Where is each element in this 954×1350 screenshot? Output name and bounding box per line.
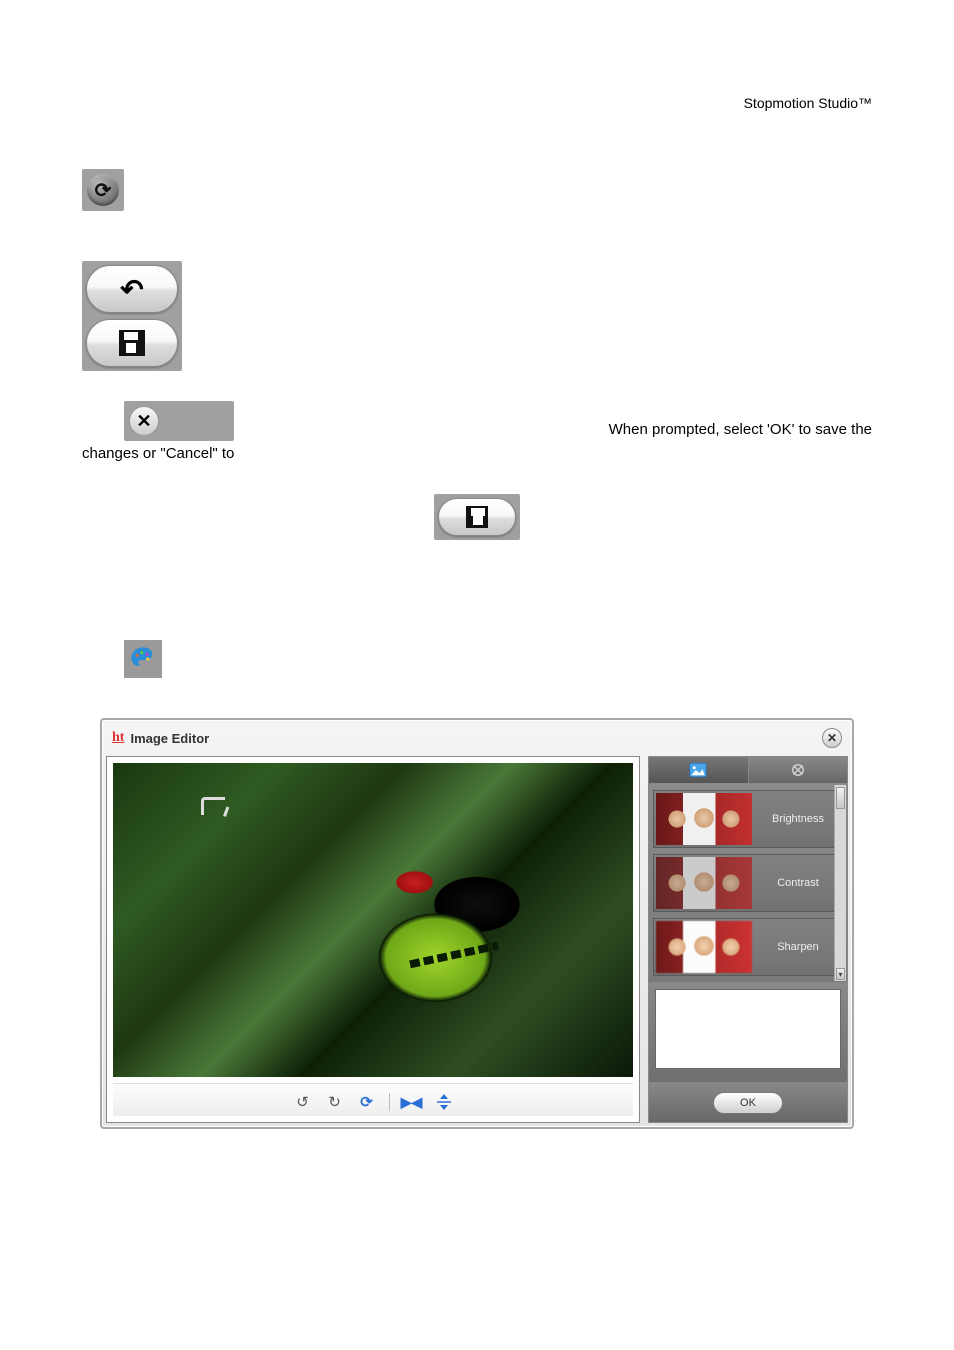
scrollbar-thumb[interactable] [836,787,845,809]
editor-logo: ht [112,730,124,746]
undo-button[interactable]: ↶ [86,265,178,313]
editor-preview-image[interactable] [113,763,633,1077]
close-button[interactable]: ✕ [124,401,234,441]
body-text-line1: When prompted, select 'OK' to save the [609,421,872,438]
palette-icon [129,645,157,673]
flip-vertical-button[interactable] [434,1092,454,1112]
flip-horizontal-button[interactable]: ▶◀ [402,1092,422,1112]
image-tab-icon [689,762,707,778]
ok-button[interactable]: OK [713,1092,783,1114]
effect-thumb [656,857,752,909]
save-icon [466,506,488,528]
adjustment-preview [648,983,848,1083]
editor-preview-panel: ↺ ↻ ⟳ ▶◀ [106,756,640,1123]
effect-label: Brightness [756,813,840,825]
effect-label: Sharpen [756,941,840,953]
effect-thumb [656,921,752,973]
ok-button-label: OK [740,1097,756,1109]
rotate-ccw-button[interactable]: ↺ [293,1092,313,1112]
body-text-line2: changes or "Cancel" to [82,445,234,462]
effects-scrollbar[interactable]: ▾ [834,785,846,981]
tab-image[interactable] [649,757,749,783]
save-icon [119,330,145,356]
zoom-in-icon [95,178,112,203]
effect-sharpen[interactable]: Sharpen [653,918,843,976]
toolbar-divider [389,1093,390,1111]
product-name: Stopmotion Studio™ [744,95,872,111]
undo-icon: ↶ [120,273,143,306]
effects-list: Brightness Contrast Sharpen ▾ [648,783,848,983]
editor-preview-toolbar: ↺ ↻ ⟳ ▶◀ [113,1083,633,1116]
effect-thumb [656,793,752,845]
editor-side-panel: Brightness Contrast Sharpen ▾ [648,756,848,1123]
page-header: Stopmotion Studio™ [0,0,954,111]
close-icon: ✕ [129,406,159,436]
rotate-cw-button[interactable]: ↻ [325,1092,345,1112]
effects-tab-icon [789,762,807,778]
adjustment-preview-area [655,989,841,1069]
tab-effects[interactable] [749,757,848,783]
scrollbar-down-icon[interactable]: ▾ [836,968,845,980]
editor-close-button[interactable]: ✕ [822,728,842,748]
refresh-button[interactable]: ⟳ [357,1092,377,1112]
effect-contrast[interactable]: Contrast [653,854,843,912]
zoom-in-button[interactable] [82,169,124,211]
save-button-2[interactable] [434,494,520,540]
save-button[interactable] [86,319,178,367]
effect-brightness[interactable]: Brightness [653,790,843,848]
editor-title: Image Editor [130,731,209,746]
effect-label: Contrast [756,877,840,889]
image-editor-window: ht Image Editor ✕ ↺ ↻ ⟳ ▶◀ [100,718,854,1129]
image-editor-titlebar: ht Image Editor ✕ [106,724,848,756]
palette-button[interactable] [124,640,162,678]
crop-handle-icon[interactable] [201,797,225,815]
